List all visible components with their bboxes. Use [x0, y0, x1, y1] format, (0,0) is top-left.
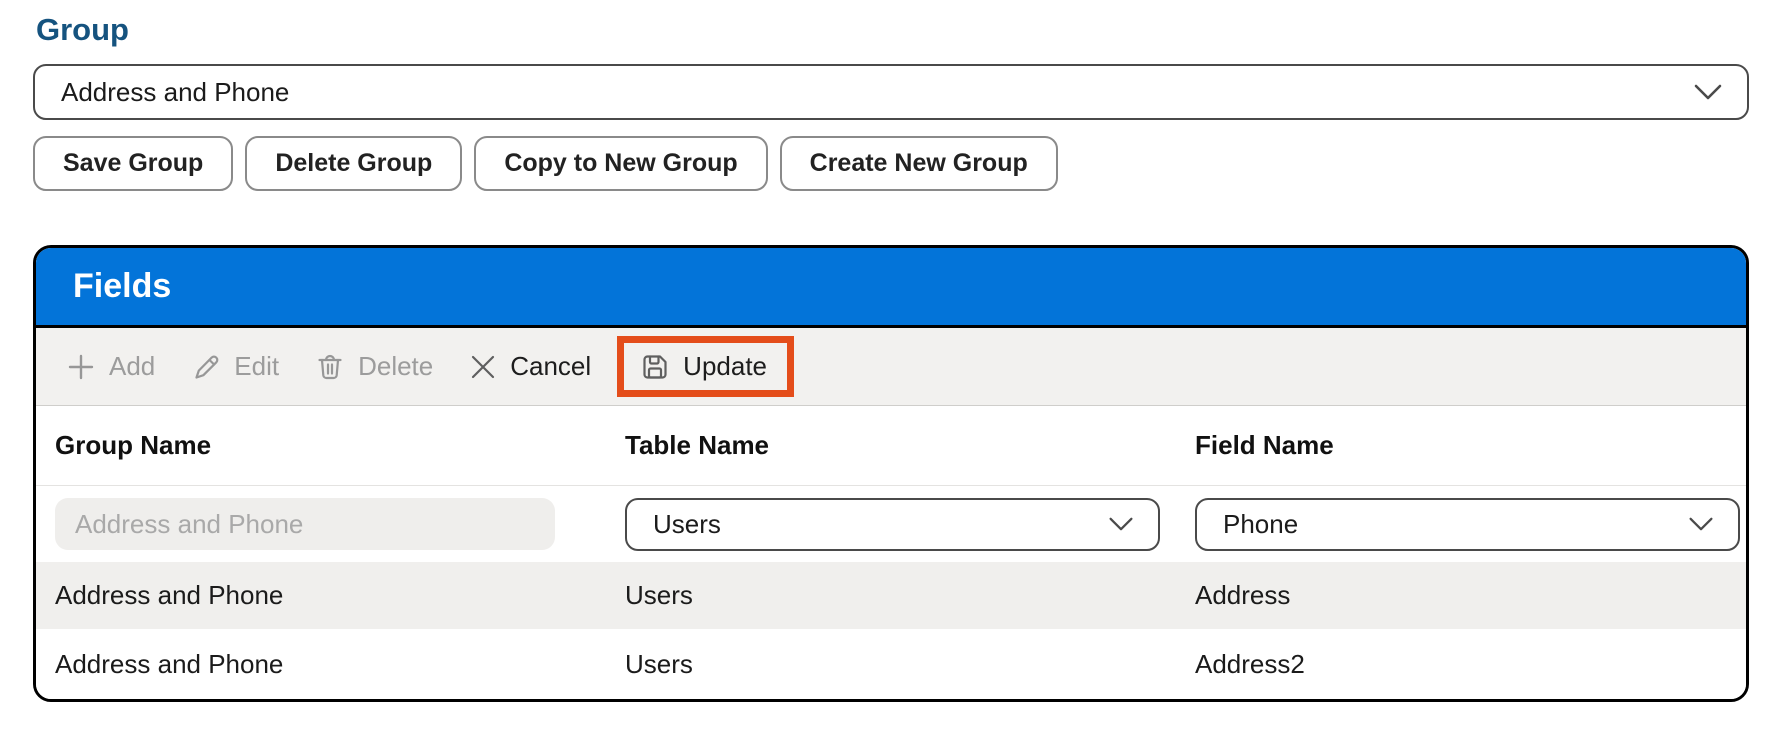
group-select-value: Address and Phone — [61, 77, 289, 108]
field-name-select[interactable]: Phone — [1195, 498, 1740, 551]
table-row[interactable]: Address and Phone Users Address2 — [36, 629, 1746, 699]
edit-field-label: Edit — [234, 351, 279, 382]
fields-panel-title: Fields — [73, 267, 171, 306]
update-button-highlight: Update — [617, 336, 794, 397]
table-name-select[interactable]: Users — [625, 498, 1160, 551]
update-label: Update — [683, 351, 767, 382]
chevron-down-icon — [1688, 516, 1714, 532]
floppy-save-icon — [640, 352, 670, 382]
delete-group-button[interactable]: Delete Group — [245, 136, 462, 191]
group-actions-row: Save Group Delete Group Copy to New Grou… — [33, 136, 1749, 191]
edit-field-button[interactable]: Edit — [191, 351, 279, 382]
fields-table-header: Group Name Table Name Field Name — [36, 406, 1746, 486]
x-icon — [469, 353, 497, 381]
copy-to-new-group-button[interactable]: Copy to New Group — [474, 136, 767, 191]
group-name-input[interactable] — [55, 498, 555, 550]
group-management-page: Group Address and Phone Save Group Delet… — [0, 0, 1782, 702]
add-field-button[interactable]: Add — [66, 351, 155, 382]
chevron-down-icon — [1693, 83, 1723, 101]
update-button[interactable]: Update — [640, 351, 767, 382]
trash-icon — [315, 352, 345, 382]
column-header-group-name: Group Name — [55, 430, 625, 461]
plus-icon — [66, 352, 96, 382]
save-group-button[interactable]: Save Group — [33, 136, 233, 191]
delete-field-label: Delete — [358, 351, 433, 382]
chevron-down-icon — [1108, 516, 1134, 532]
column-header-table-name: Table Name — [625, 430, 1195, 461]
cell-table-name: Users — [625, 580, 1195, 611]
cell-group-name: Address and Phone — [55, 580, 625, 611]
cell-table-name: Users — [625, 649, 1195, 680]
field-edit-row: Users Phone — [36, 486, 1746, 562]
pencil-icon — [191, 352, 221, 382]
page-title: Group — [36, 12, 1749, 48]
table-row[interactable]: Address and Phone Users Address — [36, 562, 1746, 629]
create-new-group-button[interactable]: Create New Group — [780, 136, 1058, 191]
cell-group-name: Address and Phone — [55, 649, 625, 680]
add-field-label: Add — [109, 351, 155, 382]
cell-field-name: Address — [1195, 580, 1746, 611]
cell-field-name: Address2 — [1195, 649, 1746, 680]
table-name-select-value: Users — [653, 509, 721, 540]
fields-panel: Fields Add Edit — [33, 245, 1749, 702]
field-name-select-value: Phone — [1223, 509, 1298, 540]
group-select[interactable]: Address and Phone — [33, 64, 1749, 120]
delete-field-button[interactable]: Delete — [315, 351, 433, 382]
fields-toolbar: Add Edit — [36, 328, 1746, 406]
fields-panel-header: Fields — [36, 248, 1746, 328]
column-header-field-name: Field Name — [1195, 430, 1746, 461]
cancel-button[interactable]: Cancel — [469, 351, 591, 382]
cancel-label: Cancel — [510, 351, 591, 382]
